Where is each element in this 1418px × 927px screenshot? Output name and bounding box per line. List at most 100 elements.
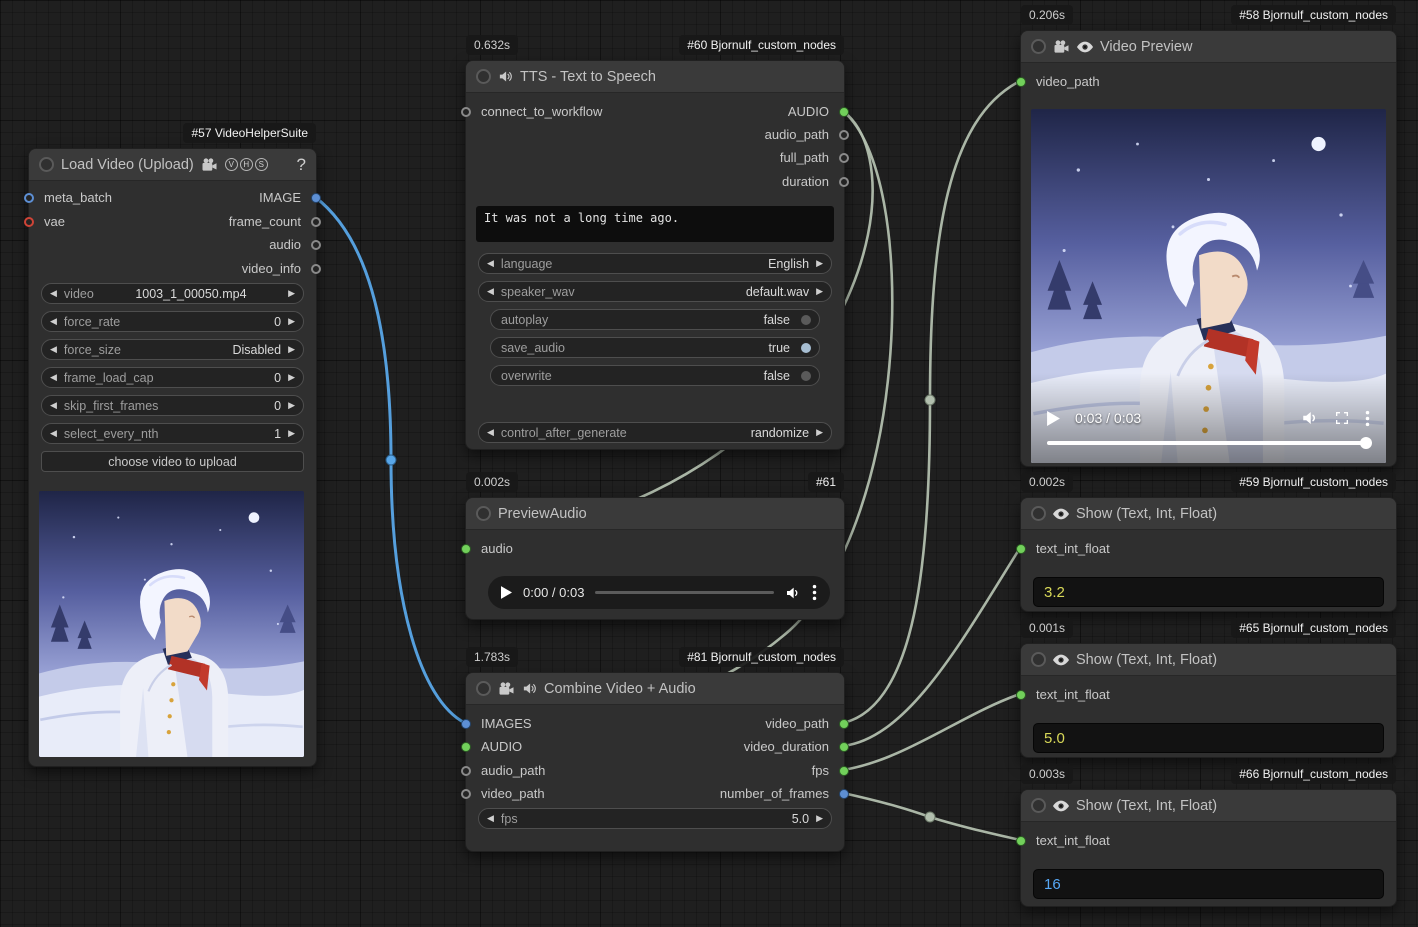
input-port-meta-batch[interactable] [24,193,34,203]
output-port-image[interactable] [311,193,321,203]
node-header[interactable]: Show (Text, Int, Float) [1021,498,1396,530]
combo-right-arrow[interactable]: ▶ [816,287,823,296]
fullscreen-icon[interactable] [1334,410,1350,426]
kebab-menu-icon[interactable] [1365,410,1370,427]
choose-video-upload-button[interactable]: choose video to upload [41,451,304,472]
combo-left-arrow[interactable]: ◀ [487,287,494,296]
combo-left-arrow[interactable]: ◀ [50,345,57,354]
combo-right-arrow[interactable]: ▶ [288,289,295,298]
video-progress-bar[interactable] [1047,441,1370,445]
combo-right-arrow[interactable]: ▶ [816,814,823,823]
input-port-video-path[interactable] [461,789,471,799]
widget-overwrite-toggle[interactable]: overwrite false [490,365,820,386]
output-port-video-path[interactable] [839,719,849,729]
input-port-audio[interactable] [461,544,471,554]
volume-icon[interactable] [1301,409,1319,427]
node-header[interactable]: TTS - Text to Speech [466,61,844,93]
node-header[interactable]: Combine Video + Audio [466,673,844,705]
node-header[interactable]: PreviewAudio [466,498,844,530]
combo-left-arrow[interactable]: ◀ [50,373,57,382]
play-icon[interactable] [501,586,512,599]
tts-text-input[interactable]: It was not a long time ago. [476,206,834,242]
toggle-off-dot[interactable] [801,315,811,325]
combo-right-arrow[interactable]: ▶ [288,317,295,326]
input-port-vae[interactable] [24,217,34,227]
widget-frame-load-cap[interactable]: ◀ frame_load_cap 0 ▶ [41,367,304,388]
collapse-dot[interactable] [1031,39,1046,54]
output-port-number-of-frames[interactable] [839,789,849,799]
widget-language[interactable]: ◀ language English ▶ [478,253,832,274]
combo-right-arrow[interactable]: ▶ [816,259,823,268]
combo-right-arrow[interactable]: ▶ [288,401,295,410]
node-show-frames[interactable]: 0.003s #66 Bjornulf_custom_nodes Show (T… [1020,789,1397,907]
combo-left-arrow[interactable]: ◀ [487,814,494,823]
toggle-on-dot[interactable] [801,343,811,353]
output-port-full-path[interactable] [839,153,849,163]
node-show-fps[interactable]: 0.001s #65 Bjornulf_custom_nodes Show (T… [1020,643,1397,758]
help-icon[interactable]: ? [297,155,306,175]
widget-select-every-nth[interactable]: ◀ select_every_nth 1 ▶ [41,423,304,444]
audio-player[interactable]: 0:00 / 0:03 [488,576,830,609]
node-tts-text-to-speech[interactable]: 0.632s #60 Bjornulf_custom_nodes TTS - T… [465,60,845,450]
node-header[interactable]: Show (Text, Int, Float) [1021,644,1396,676]
video-player[interactable]: 0:03 / 0:03 [1031,109,1386,463]
node-preview-audio[interactable]: 0.002s #61 PreviewAudio audio 0:00 / 0:0… [465,497,845,620]
output-port-video-duration[interactable] [839,742,849,752]
widget-force-rate[interactable]: ◀ force_rate 0 ▶ [41,311,304,332]
widget-fps[interactable]: ◀ fps 5.0 ▶ [478,808,832,829]
input-port-text-int-float[interactable] [1016,690,1026,700]
output-port-audio[interactable] [311,240,321,250]
input-port-video-path[interactable] [1016,77,1026,87]
combo-right-arrow[interactable]: ▶ [816,428,823,437]
combo-left-arrow[interactable]: ◀ [487,428,494,437]
input-port-audio[interactable] [461,742,471,752]
input-port-audio-path[interactable] [461,766,471,776]
node-show-duration[interactable]: 0.002s #59 Bjornulf_custom_nodes Show (T… [1020,497,1397,612]
output-port-audio-path[interactable] [839,130,849,140]
collapse-dot[interactable] [1031,652,1046,667]
node-header[interactable]: Load Video (Upload) V H S ? [29,149,316,181]
play-icon[interactable] [1047,411,1060,426]
node-load-video-upload[interactable]: #57 VideoHelperSuite Load Video (Upload)… [28,148,317,767]
combo-left-arrow[interactable]: ◀ [487,259,494,268]
combo-right-arrow[interactable]: ▶ [288,373,295,382]
output-port-frame-count[interactable] [311,217,321,227]
collapse-dot[interactable] [1031,506,1046,521]
combo-left-arrow[interactable]: ◀ [50,429,57,438]
widget-video[interactable]: ◀ video 1003_1_00050.mp4 ▶ [41,283,304,304]
input-port-text-int-float[interactable] [1016,836,1026,846]
combo-right-arrow[interactable]: ▶ [288,345,295,354]
input-port-images[interactable] [461,719,471,729]
widget-save-audio-toggle[interactable]: save_audio true [490,337,820,358]
node-header[interactable]: Show (Text, Int, Float) [1021,790,1396,822]
collapse-dot[interactable] [1031,798,1046,813]
widget-speaker-wav[interactable]: ◀ speaker_wav default.wav ▶ [478,281,832,302]
collapse-dot[interactable] [476,69,491,84]
widget-force-size[interactable]: ◀ force_size Disabled ▶ [41,339,304,360]
output-port-video-info[interactable] [311,264,321,274]
node-combine-video-audio[interactable]: 1.783s #81 Bjornulf_custom_nodes Combine… [465,672,845,852]
node-id-badge: #58 Bjornulf_custom_nodes [1231,5,1396,25]
volume-icon[interactable] [785,585,801,601]
widget-skip-first-frames[interactable]: ◀ skip_first_frames 0 ▶ [41,395,304,416]
kebab-menu-icon[interactable] [812,584,817,601]
combo-left-arrow[interactable]: ◀ [50,289,57,298]
audio-seek-slider[interactable] [595,591,774,594]
output-port-fps[interactable] [839,766,849,776]
widget-control-after-generate[interactable]: ◀ control_after_generate randomize ▶ [478,422,832,443]
combo-left-arrow[interactable]: ◀ [50,401,57,410]
combo-left-arrow[interactable]: ◀ [50,317,57,326]
video-progress-thumb[interactable] [1360,437,1372,449]
node-header[interactable]: Video Preview [1021,31,1396,63]
output-port-audio[interactable] [839,107,849,117]
collapse-dot[interactable] [476,681,491,696]
collapse-dot[interactable] [476,506,491,521]
output-port-duration[interactable] [839,177,849,187]
widget-autoplay-toggle[interactable]: autoplay false [490,309,820,330]
toggle-off-dot[interactable] [801,371,811,381]
collapse-dot[interactable] [39,157,54,172]
node-video-preview[interactable]: 0.206s #58 Bjornulf_custom_nodes Video P… [1020,30,1397,467]
input-port-text-int-float[interactable] [1016,544,1026,554]
combo-right-arrow[interactable]: ▶ [288,429,295,438]
input-port-connect-to-workflow[interactable] [461,107,471,117]
